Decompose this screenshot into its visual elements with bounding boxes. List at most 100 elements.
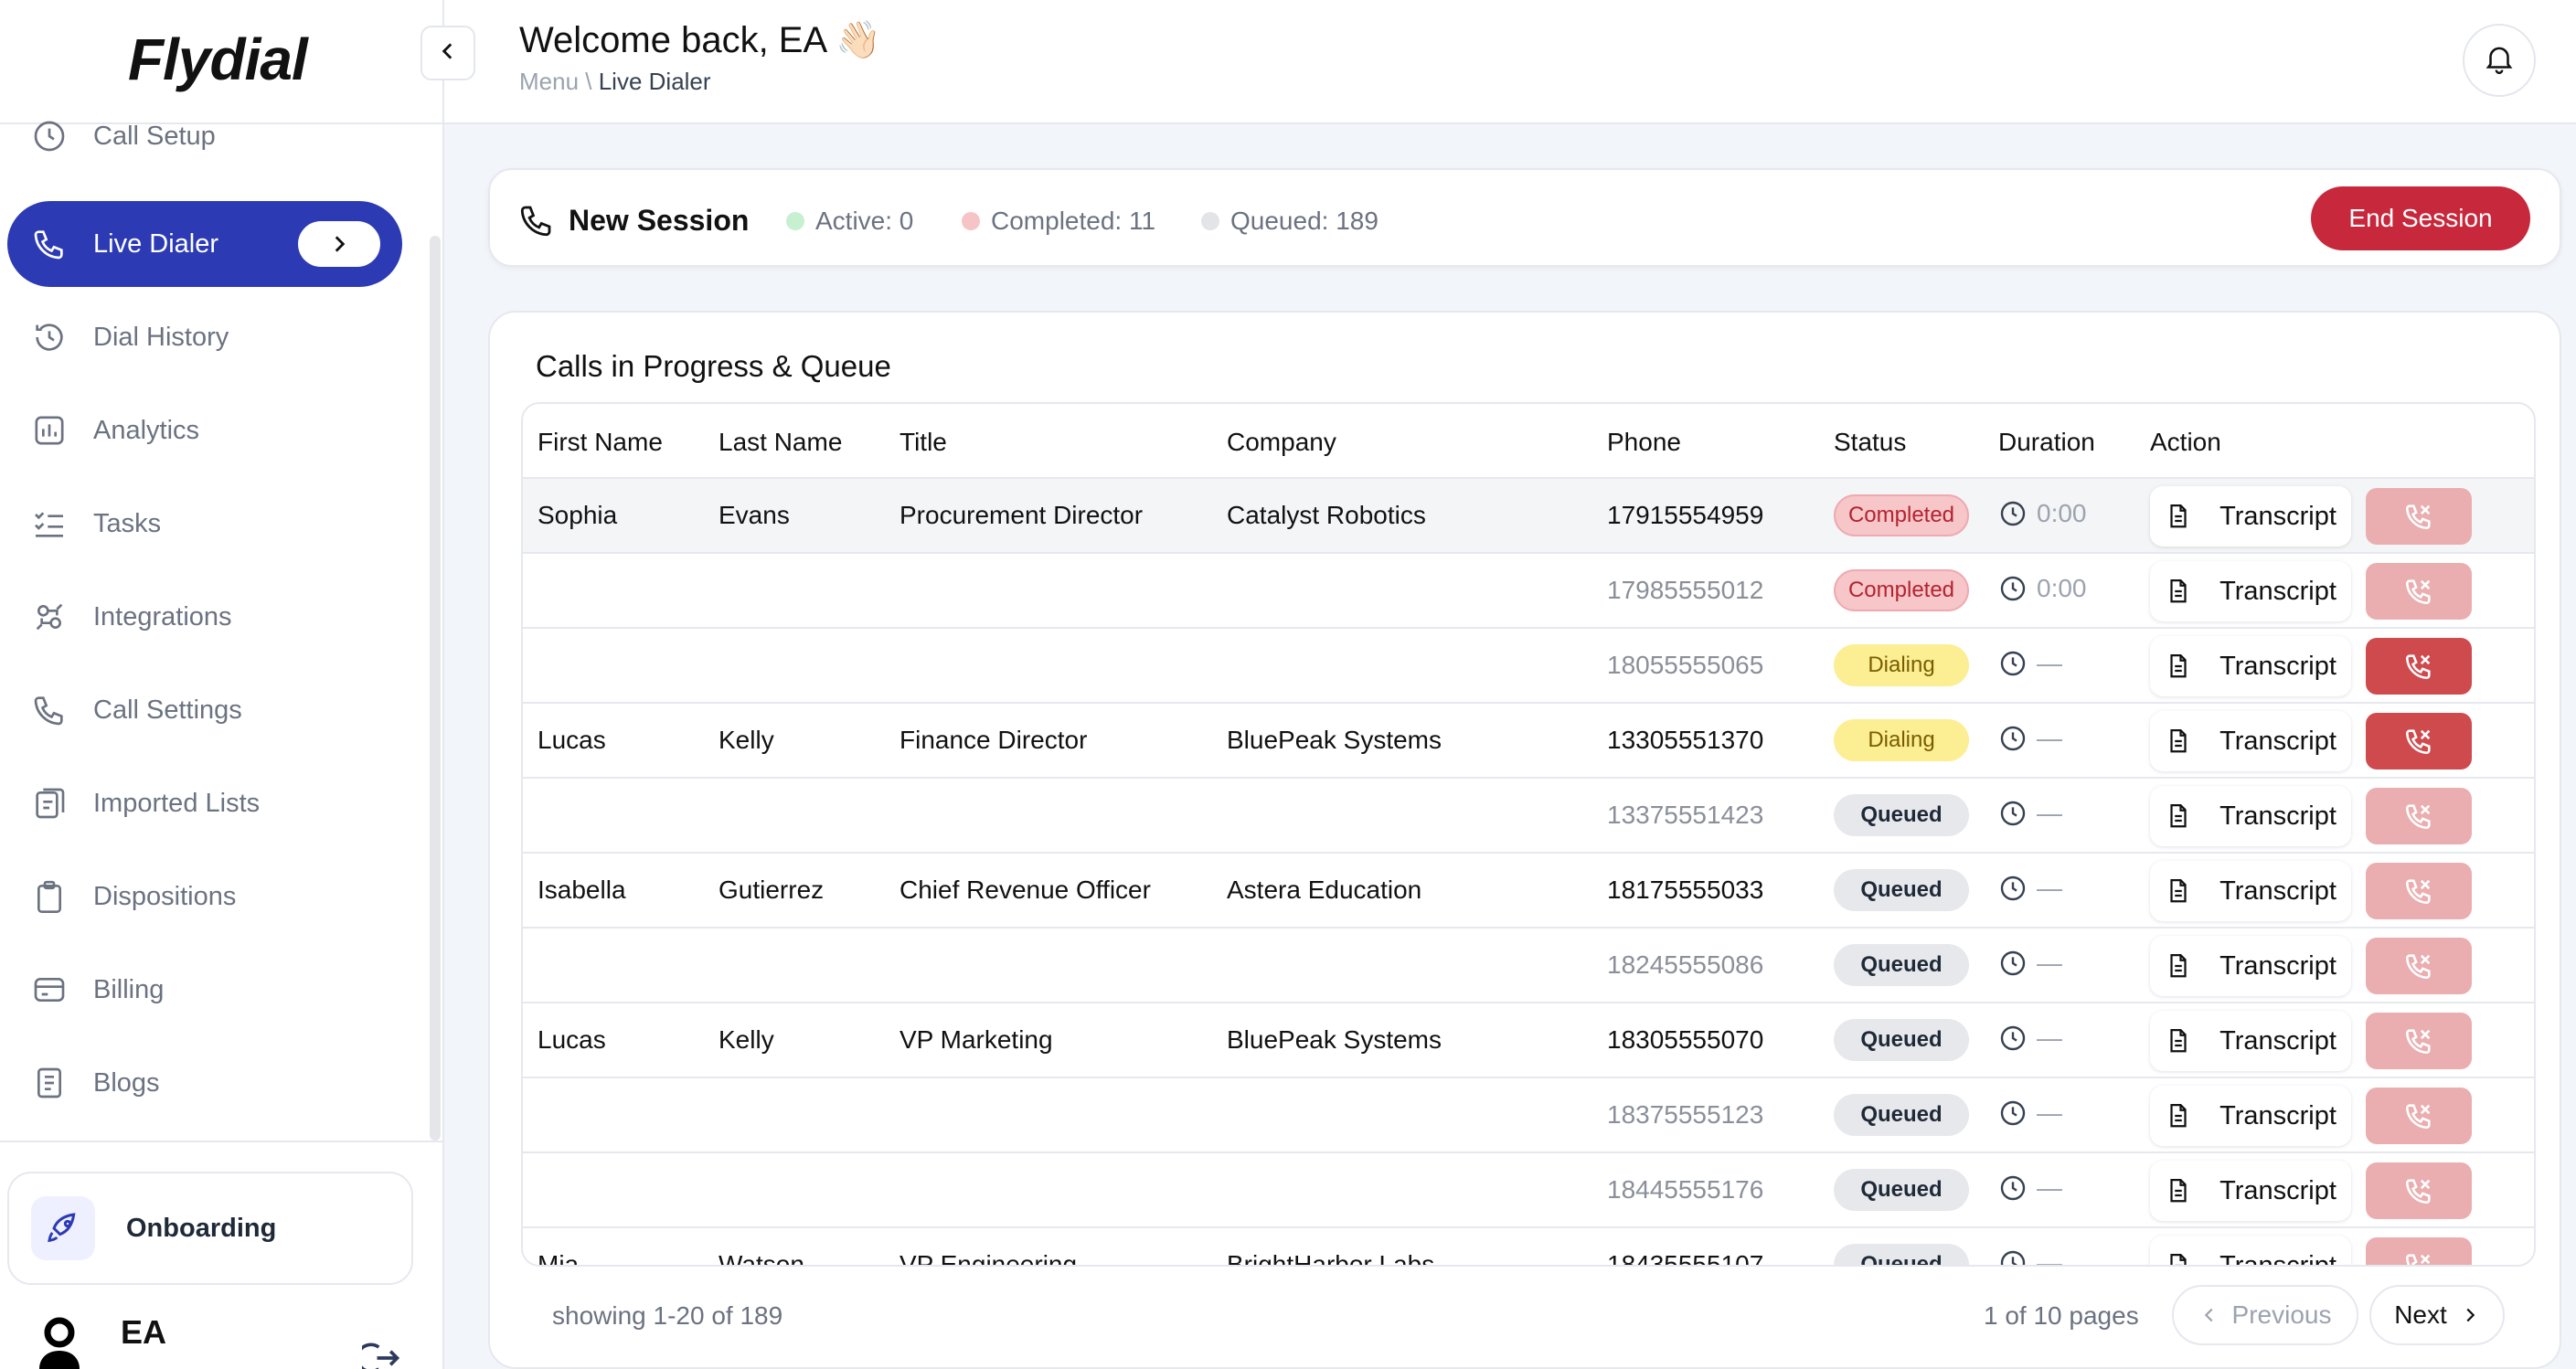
company-cell: BluePeak Systems xyxy=(1227,1025,1442,1054)
duration-value: 0:00 xyxy=(2037,574,2087,602)
sidebar-item-billing[interactable]: Billing xyxy=(7,947,402,1033)
table-row[interactable]: 17985555012 Completed 0:00 Transcript xyxy=(523,554,2534,629)
list-icon xyxy=(29,783,69,823)
hang-up-button[interactable] xyxy=(2366,563,2472,620)
hang-up-button[interactable] xyxy=(2366,788,2472,844)
hang-up-button[interactable] xyxy=(2366,713,2472,769)
clock-icon xyxy=(1998,499,2028,528)
table-row[interactable]: Lucas Kelly VP Marketing BluePeak Systems 18… xyxy=(523,1003,2534,1078)
column-header[interactable]: Duration xyxy=(1998,428,2095,457)
hang-up-button[interactable] xyxy=(2366,1237,2472,1265)
session-title-label: New Session xyxy=(569,203,750,237)
end-session-button[interactable]: End Session xyxy=(2311,186,2530,250)
sidebar-item-dial-history[interactable]: Dial History xyxy=(7,294,402,380)
transcript-button[interactable]: Transcript xyxy=(2150,1236,2351,1265)
hang-up-button[interactable] xyxy=(2366,1088,2472,1144)
next-label: Next xyxy=(2394,1300,2447,1329)
table-row[interactable]: 18445555176 Queued — Transcript xyxy=(523,1153,2534,1228)
page-title: Welcome back, EA 👋🏻 xyxy=(519,20,881,60)
previous-button[interactable]: Previous xyxy=(2172,1285,2358,1345)
transcript-button[interactable]: Transcript xyxy=(2150,711,2351,771)
transcript-button[interactable]: Transcript xyxy=(2150,861,2351,921)
status-badge: Dialing xyxy=(1834,644,1969,686)
column-header[interactable]: Status xyxy=(1834,428,1906,457)
sidebar-item-imported-lists[interactable]: Imported Lists xyxy=(7,760,402,846)
duration-cell: — xyxy=(1998,724,2062,753)
sidebar-item-label: Dispositions xyxy=(93,881,237,911)
app-logo: Flydial xyxy=(128,27,308,92)
duration-cell: — xyxy=(1998,799,2062,828)
column-header[interactable]: First Name xyxy=(538,428,663,457)
collapse-sidebar-button[interactable] xyxy=(420,26,475,80)
duration-value: — xyxy=(2037,1098,2062,1127)
phone-cell: 18055555065 xyxy=(1607,651,1764,679)
first-name-cell: Lucas xyxy=(538,726,606,754)
table-row[interactable]: Isabella Gutierrez Chief Revenue Officer As… xyxy=(523,854,2534,929)
transcript-label: Transcript xyxy=(2219,801,2336,831)
transcript-button[interactable]: Transcript xyxy=(2150,786,2351,846)
hang-up-button[interactable] xyxy=(2366,488,2472,545)
sidebar-item-blogs[interactable]: Blogs xyxy=(7,1040,402,1126)
hang-up-button[interactable] xyxy=(2366,638,2472,695)
transcript-button[interactable]: Transcript xyxy=(2150,636,2351,696)
onboarding-button[interactable]: Onboarding xyxy=(7,1172,413,1285)
sidebar-item-call-settings[interactable]: Call Settings xyxy=(7,667,402,753)
transcript-label: Transcript xyxy=(2219,501,2336,531)
queued-count: Queued: 189 xyxy=(1201,207,1378,236)
phone-cell: 13375551423 xyxy=(1607,801,1764,829)
sidebar-item-label: Call Setup xyxy=(93,121,216,151)
column-header[interactable]: Last Name xyxy=(719,428,842,457)
transcript-label: Transcript xyxy=(2219,1025,2336,1056)
sidebar-item-live-dialer[interactable]: Live Dialer xyxy=(7,201,402,287)
phone-hangup-icon xyxy=(2403,1025,2434,1056)
bell-icon xyxy=(2482,41,2517,80)
last-name-cell: Kelly xyxy=(719,726,774,754)
hang-up-button[interactable] xyxy=(2366,1162,2472,1219)
document-icon xyxy=(2165,877,2207,905)
session-bar: New Session Active: 0 Completed: 11 Queu… xyxy=(488,168,2561,267)
notifications-button[interactable] xyxy=(2463,24,2536,97)
transcript-button[interactable]: Transcript xyxy=(2150,561,2351,621)
first-name-cell: Lucas xyxy=(538,1025,606,1054)
table-row[interactable]: 18245555086 Queued — Transcript xyxy=(523,929,2534,1003)
transcript-button[interactable]: Transcript xyxy=(2150,1086,2351,1146)
sidebar-item-integrations[interactable]: Integrations xyxy=(7,574,402,660)
first-name-cell: Isabella xyxy=(538,876,626,904)
sidebar-item-call-setup[interactable]: Call Setup xyxy=(7,93,402,179)
hang-up-button[interactable] xyxy=(2366,863,2472,919)
document-icon xyxy=(2165,503,2207,530)
table-row[interactable]: Mia Watson VP Engineering BrightHarbor Labs… xyxy=(523,1228,2534,1267)
transcript-button[interactable]: Transcript xyxy=(2150,486,2351,547)
user-profile[interactable]: EA xyxy=(37,1313,166,1369)
sidebar-item-tasks[interactable]: Tasks xyxy=(7,481,402,567)
next-button[interactable]: Next xyxy=(2369,1285,2505,1345)
logout-icon[interactable] xyxy=(356,1338,402,1369)
table-row[interactable]: 18055555065 Dialing — Transcript xyxy=(523,629,2534,704)
column-header[interactable]: Title xyxy=(899,428,947,457)
company-cell: BluePeak Systems xyxy=(1227,726,1442,754)
sidebar-item-analytics[interactable]: Analytics xyxy=(7,387,402,473)
status-badge: Completed xyxy=(1834,569,1969,611)
hang-up-button[interactable] xyxy=(2366,938,2472,994)
transcript-button[interactable]: Transcript xyxy=(2150,1161,2351,1221)
sidebar-item-dispositions[interactable]: Dispositions xyxy=(7,854,402,939)
company-cell: BrightHarbor Labs xyxy=(1227,1250,1435,1267)
duration-value: — xyxy=(2037,649,2062,677)
table-row[interactable]: Lucas Kelly Finance Director BluePeak Syste… xyxy=(523,704,2534,779)
transcript-button[interactable]: Transcript xyxy=(2150,936,2351,996)
phone-hangup-icon xyxy=(2403,801,2434,832)
table-row[interactable]: 13375551423 Queued — Transcript xyxy=(523,779,2534,854)
transcript-button[interactable]: Transcript xyxy=(2150,1011,2351,1071)
column-header[interactable]: Phone xyxy=(1607,428,1681,457)
column-header: Action xyxy=(2150,428,2221,456)
breadcrumb-root[interactable]: Menu xyxy=(519,68,579,95)
last-name-cell: Gutierrez xyxy=(719,876,825,904)
sidebar-scrollbar[interactable] xyxy=(430,236,441,1141)
status-badge: Queued xyxy=(1834,1169,1969,1211)
table-row[interactable]: 18375555123 Queued — Transcript xyxy=(523,1078,2534,1153)
column-header[interactable]: Company xyxy=(1227,428,1336,457)
completed-count: Completed: 11 xyxy=(962,207,1155,236)
table-row[interactable]: Sophia Evans Procurement Director Catalyst … xyxy=(523,479,2534,554)
phone-cell: 18305555070 xyxy=(1607,1025,1764,1054)
hang-up-button[interactable] xyxy=(2366,1013,2472,1069)
